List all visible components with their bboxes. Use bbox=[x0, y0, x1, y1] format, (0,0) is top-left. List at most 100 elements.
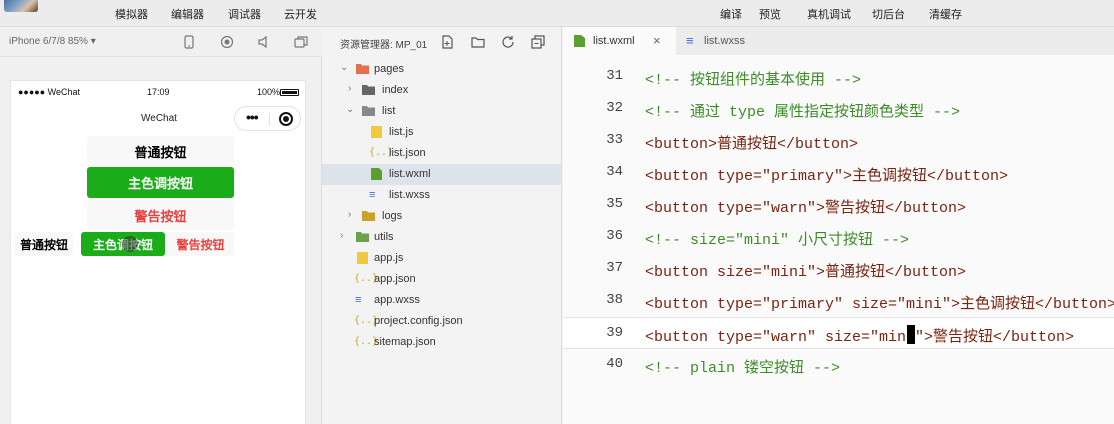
line-number: 33 bbox=[606, 132, 623, 148]
code-text: <button type="warn">警告按钮</button> bbox=[645, 200, 967, 217]
folder-icon bbox=[362, 85, 375, 95]
close-icon[interactable]: × bbox=[653, 33, 661, 48]
tree-item-label: list.json bbox=[389, 147, 426, 159]
code-text: <button type="primary" size="mini">主色调按钮… bbox=[645, 296, 1114, 313]
tab-list-wxml[interactable]: list.wxml × bbox=[563, 27, 676, 55]
code-editor: list.wxml × ≡ list.wxss 31 <!-- 按钮组件的基本使… bbox=[563, 27, 1114, 424]
code-line[interactable]: 38 <button type="primary" size="mini">主色… bbox=[563, 285, 1114, 317]
code-line-current[interactable]: 39 <button type="warn" size="mini">警告按钮<… bbox=[563, 317, 1114, 349]
wxss-file-icon: ≡ bbox=[355, 294, 362, 306]
collapse-all-icon[interactable] bbox=[530, 34, 546, 50]
phone-status-bar: ●●●●● WeChat 17:09 100% bbox=[11, 81, 307, 103]
more-icon[interactable]: ••• bbox=[246, 109, 259, 125]
code-line[interactable]: 31 <!-- 按钮组件的基本使用 --> bbox=[563, 61, 1114, 93]
code-line[interactable]: 32 <!-- 通过 type 属性指定按钮颜色类型 --> bbox=[563, 93, 1114, 125]
tree-item-list-wxml[interactable]: list.wxml bbox=[322, 164, 562, 185]
line-number: 37 bbox=[606, 260, 623, 276]
tree-item-logs[interactable]: › logs bbox=[322, 206, 562, 227]
menu-capsule[interactable]: ••• bbox=[234, 106, 301, 131]
toolbar-cloud-dev[interactable]: 云开发 bbox=[284, 6, 317, 22]
phone-screen: ●●●●● WeChat 17:09 100% WeChat ••• 普通按钮 … bbox=[10, 80, 306, 424]
toolbar-compile[interactable]: 编译 bbox=[720, 6, 742, 22]
chevron-down-icon[interactable]: ⌄ bbox=[346, 104, 356, 118]
editor-tabs: list.wxml × ≡ list.wxss bbox=[563, 27, 1114, 55]
code-text: <button type="primary">主色调按钮</button> bbox=[645, 168, 1009, 185]
code-line[interactable]: 35 <button type="warn">警告按钮</button> bbox=[563, 189, 1114, 221]
explorer-header: 资源管理器: MP_01 bbox=[322, 27, 562, 57]
line-number: 40 bbox=[606, 356, 623, 372]
toolbar-simulator[interactable]: 模拟器 bbox=[115, 6, 148, 22]
record-icon[interactable] bbox=[219, 34, 235, 50]
tree-item-list[interactable]: ⌄ list bbox=[322, 101, 562, 122]
tree-item-index[interactable]: › index bbox=[322, 80, 562, 101]
line-number: 35 bbox=[606, 196, 623, 212]
tab-list-wxss[interactable]: ≡ list.wxss bbox=[676, 27, 786, 55]
tree-item-list-json[interactable]: {..} list.json bbox=[322, 143, 562, 164]
close-miniprogram-icon[interactable] bbox=[279, 112, 293, 126]
default-button[interactable]: 普通按钮 bbox=[87, 136, 234, 166]
code-line[interactable]: 33 <button>普通按钮</button> bbox=[563, 125, 1114, 157]
code-line[interactable]: 37 <button size="mini">普通按钮</button> bbox=[563, 253, 1114, 285]
tree-item-utils[interactable]: › utils bbox=[322, 227, 562, 248]
code-line[interactable]: 36 <!-- size="mini" 小尺寸按钮 --> bbox=[563, 221, 1114, 253]
new-file-icon[interactable] bbox=[439, 34, 455, 50]
mini-warn-button[interactable]: 警告按钮 bbox=[167, 232, 234, 256]
device-select[interactable]: iPhone 6/7/8 85% ▾ bbox=[9, 36, 96, 47]
top-toolbar: 模拟器 编辑器 调试器 云开发 编译 预览 真机调试 切后台 清缓存 bbox=[0, 0, 1114, 27]
primary-button[interactable]: 主色调按钮 bbox=[87, 167, 234, 198]
toolbar-clear-cache[interactable]: 清缓存 bbox=[929, 6, 962, 22]
tree-item-app-json[interactable]: {..} app.json bbox=[322, 269, 562, 290]
tree-item-label: sitemap.json bbox=[374, 336, 436, 348]
tab-label: list.wxml bbox=[593, 35, 635, 47]
tab-label: list.wxss bbox=[704, 35, 745, 47]
tree-item-sitemap[interactable]: {..} sitemap.json bbox=[322, 332, 562, 353]
line-number: 39 bbox=[606, 325, 623, 341]
chevron-right-icon[interactable]: › bbox=[348, 209, 358, 223]
toolbar-preview[interactable]: 预览 bbox=[759, 6, 781, 22]
code-line[interactable]: 40 <!-- plain 镂空按钮 --> bbox=[563, 349, 1114, 381]
tree-item-label: list.wxml bbox=[389, 168, 431, 180]
wxss-file-icon: ≡ bbox=[369, 189, 376, 201]
tree-item-list-js[interactable]: list.js bbox=[322, 122, 562, 143]
new-folder-icon[interactable] bbox=[470, 34, 486, 50]
code-line[interactable]: 34 <button type="primary">主色调按钮</button> bbox=[563, 157, 1114, 189]
chevron-down-icon[interactable]: ⌄ bbox=[340, 62, 350, 76]
tree-item-app-wxss[interactable]: ≡ app.wxss bbox=[322, 290, 562, 311]
tree-item-pages[interactable]: ⌄ pages bbox=[322, 59, 562, 80]
toolbar-background[interactable]: 切后台 bbox=[872, 6, 905, 22]
refresh-icon[interactable] bbox=[500, 34, 516, 50]
code-text: <button>普通按钮</button> bbox=[645, 136, 859, 153]
battery-percent: 100% bbox=[257, 87, 281, 97]
explorer-title: 资源管理器: MP_01 bbox=[340, 40, 428, 51]
line-number: 31 bbox=[606, 68, 623, 84]
line-number: 36 bbox=[606, 228, 623, 244]
tree-item-label: app.js bbox=[374, 252, 404, 264]
line-number: 34 bbox=[606, 164, 623, 180]
text-cursor bbox=[907, 325, 915, 344]
folder-open-icon bbox=[362, 106, 375, 116]
tree-item-label: list.js bbox=[389, 126, 414, 138]
user-avatar[interactable] bbox=[4, 0, 38, 12]
folder-open-icon bbox=[356, 64, 369, 74]
toolbar-debugger[interactable]: 调试器 bbox=[228, 6, 261, 22]
tree-item-label: project.config.json bbox=[374, 315, 463, 327]
phone-icon[interactable] bbox=[181, 34, 197, 50]
popout-icon[interactable] bbox=[293, 34, 309, 50]
chevron-right-icon[interactable]: › bbox=[348, 83, 358, 97]
simulator-toolbar: iPhone 6/7/8 85% ▾ bbox=[0, 27, 322, 57]
folder-icon bbox=[356, 232, 369, 242]
mini-default-button[interactable]: 普通按钮 bbox=[15, 232, 73, 256]
chevron-right-icon[interactable]: › bbox=[340, 230, 350, 244]
toolbar-device-debug[interactable]: 真机调试 bbox=[807, 6, 851, 22]
tree-item-app-js[interactable]: app.js bbox=[322, 248, 562, 269]
speaker-icon[interactable] bbox=[256, 34, 272, 50]
tree-item-list-wxss[interactable]: ≡ list.wxss bbox=[322, 185, 562, 206]
tree-item-label: index bbox=[382, 84, 409, 96]
warn-button[interactable]: 警告按钮 bbox=[87, 200, 234, 230]
file-explorer: 资源管理器: MP_01 ⌄ pages › index ⌄ list list… bbox=[322, 27, 562, 424]
capsule-divider bbox=[269, 113, 270, 126]
toolbar-editor[interactable]: 编辑器 bbox=[171, 6, 204, 22]
tree-item-project-config[interactable]: {..} project.config.json bbox=[322, 311, 562, 332]
js-file-icon bbox=[357, 252, 368, 264]
code-text: <button size="mini">普通按钮</button> bbox=[645, 264, 967, 281]
